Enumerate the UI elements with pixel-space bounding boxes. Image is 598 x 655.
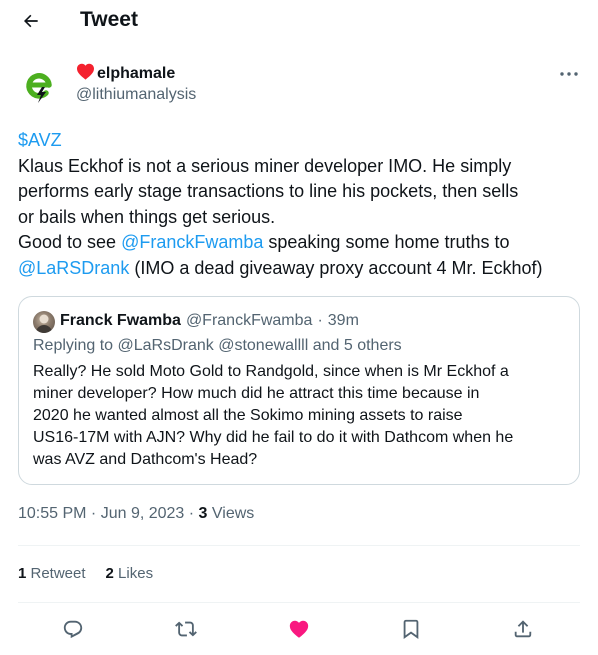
replying-to-text: Replying to @LaRsDrank @stonewallll and … xyxy=(33,337,402,354)
engagement-stats: 1 Retweet 2 Likes xyxy=(18,565,153,582)
quoted-tweet[interactable]: Franck Fwamba @FranckFwamba · 39m Replyi… xyxy=(18,296,580,485)
page-title: Tweet xyxy=(80,8,138,31)
author-handle[interactable]: @lithiumanalysis xyxy=(76,86,196,104)
quoted-author-name: Franck Fwamba xyxy=(60,312,181,329)
back-arrow-icon[interactable] xyxy=(18,8,44,34)
heart-emoji-icon xyxy=(76,63,95,85)
tweet-text-line: @LaRSDrank (IMO a dead giveaway proxy ac… xyxy=(18,256,584,282)
reply-icon[interactable] xyxy=(60,616,86,642)
quoted-text-line: 2020 he wanted almost all the Sokimo min… xyxy=(33,407,463,424)
meta-separator: · xyxy=(86,505,101,522)
quoted-text-line: US16-17M with AJN? Why did he fail to do… xyxy=(33,429,514,446)
retweets-label: Retweet xyxy=(26,565,86,582)
meta-separator: · xyxy=(184,505,199,522)
retweets-stat[interactable]: 1 Retweet xyxy=(18,565,86,582)
quoted-author-avatar xyxy=(33,311,55,333)
mention-link[interactable]: @LaRSDrank xyxy=(18,258,129,278)
tweet-text-line: Good to see @FranckFwamba speaking some … xyxy=(18,230,584,256)
author-name-row[interactable]: elphamale xyxy=(76,63,175,85)
tweet-text-segment: (IMO a dead giveaway proxy account 4 Mr.… xyxy=(129,257,543,278)
tweet-text-line: Klaus Eckhof is not a serious miner deve… xyxy=(18,154,584,180)
quoted-text-line: miner developer? How much did he attract… xyxy=(33,385,480,402)
tweet-text-segment: or bails when things get serious. xyxy=(18,206,276,227)
views-label: Views xyxy=(207,505,255,522)
tweet-date[interactable]: Jun 9, 2023 xyxy=(101,505,185,522)
cashtag-link[interactable]: $AVZ xyxy=(18,130,62,150)
tweet-text-segment: Good to see xyxy=(18,232,122,252)
quoted-text: Really? He sold Moto Gold to Randgold, s… xyxy=(33,361,563,471)
likes-count: 2 xyxy=(105,565,114,582)
quoted-text-line: Really? He sold Moto Gold to Randgold, s… xyxy=(33,363,509,380)
tweet-text-segment: Klaus Eckhof is not a serious miner deve… xyxy=(18,155,512,176)
retweet-icon[interactable] xyxy=(173,616,199,642)
author-name: elphamale xyxy=(97,65,176,82)
tweet-time[interactable]: 10:55 PM xyxy=(18,505,86,522)
mention-link[interactable]: @FranckFwamba xyxy=(121,232,263,252)
author-avatar[interactable] xyxy=(18,64,62,108)
tweet-text-line: performs early stage transactions to lin… xyxy=(18,179,584,205)
likes-label: Likes xyxy=(113,565,154,582)
quoted-text-line: was AVZ and Dathcom's Head? xyxy=(33,451,258,468)
bookmark-icon[interactable] xyxy=(398,616,424,642)
tweet-text: $AVZ Klaus Eckhof is not a serious miner … xyxy=(18,128,584,281)
tweet-text-segment: speaking some home truths to xyxy=(263,232,510,252)
quoted-header: Franck Fwamba @FranckFwamba · 39m xyxy=(60,312,359,330)
tweet-text-line: or bails when things get serious. xyxy=(18,205,584,231)
likes-stat[interactable]: 2 Likes xyxy=(106,565,154,582)
tweet-timestamp: 10:55 PM · Jun 9, 2023 · 3 Views xyxy=(18,505,254,523)
quoted-time: 39m xyxy=(327,312,359,329)
elpha-logo-icon xyxy=(26,73,52,103)
quoted-author-handle: @FranckFwamba xyxy=(185,312,313,329)
tweet-text-line: $AVZ xyxy=(18,128,584,154)
more-options-icon[interactable] xyxy=(554,64,584,84)
tweet-text-segment: performs early stage transactions to lin… xyxy=(18,181,519,201)
quoted-separator: · xyxy=(317,312,323,329)
top-bar: Tweet xyxy=(0,0,598,42)
divider xyxy=(18,545,580,546)
action-bar xyxy=(18,612,580,646)
share-icon[interactable] xyxy=(510,616,536,642)
like-filled-icon[interactable] xyxy=(286,616,312,642)
divider xyxy=(18,602,580,603)
